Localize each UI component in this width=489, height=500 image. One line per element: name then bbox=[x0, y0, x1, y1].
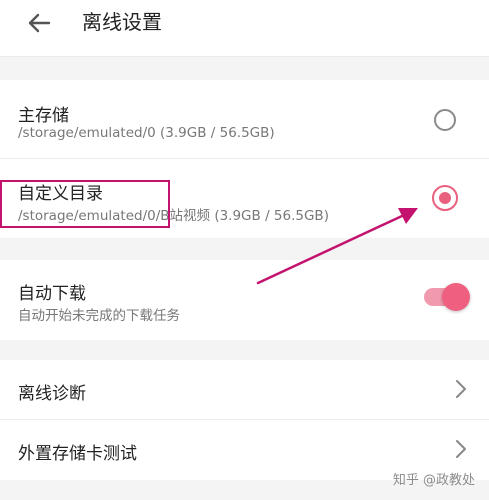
auto-download-group: 自动下载 自动开始未完成的下载任务 bbox=[0, 260, 489, 340]
chevron-right-icon bbox=[456, 380, 466, 398]
radio-selected-icon[interactable] bbox=[432, 185, 458, 211]
app-header: 离线设置 bbox=[0, 0, 489, 57]
annotation-highlight-box bbox=[0, 180, 170, 228]
auto-download-title: 自动下载 bbox=[18, 284, 86, 304]
toggle-thumb bbox=[442, 283, 470, 311]
sdcard-test-title: 外置存储卡测试 bbox=[18, 444, 137, 464]
storage-main-title: 主存储 bbox=[18, 106, 69, 126]
tools-group: 离线诊断 外置存储卡测试 bbox=[0, 360, 489, 480]
storage-main-path: /storage/emulated/0 (3.9GB / 56.5GB) bbox=[18, 125, 275, 141]
watermark: 知乎 @政教处 bbox=[392, 473, 475, 488]
auto-download-toggle[interactable] bbox=[424, 282, 470, 312]
chevron-right-icon bbox=[456, 440, 466, 458]
page-title: 离线设置 bbox=[82, 10, 162, 34]
arrow-left-icon[interactable] bbox=[22, 6, 56, 40]
storage-option-main[interactable]: 主存储 /storage/emulated/0 (3.9GB / 56.5GB) bbox=[0, 80, 489, 158]
radio-dot bbox=[439, 192, 451, 204]
diagnose-row[interactable]: 离线诊断 bbox=[0, 360, 489, 419]
auto-download-row[interactable]: 自动下载 自动开始未完成的下载任务 bbox=[0, 260, 489, 340]
auto-download-subtitle: 自动开始未完成的下载任务 bbox=[18, 308, 180, 324]
radio-unselected-icon[interactable] bbox=[434, 109, 456, 131]
diagnose-title: 离线诊断 bbox=[18, 384, 86, 404]
